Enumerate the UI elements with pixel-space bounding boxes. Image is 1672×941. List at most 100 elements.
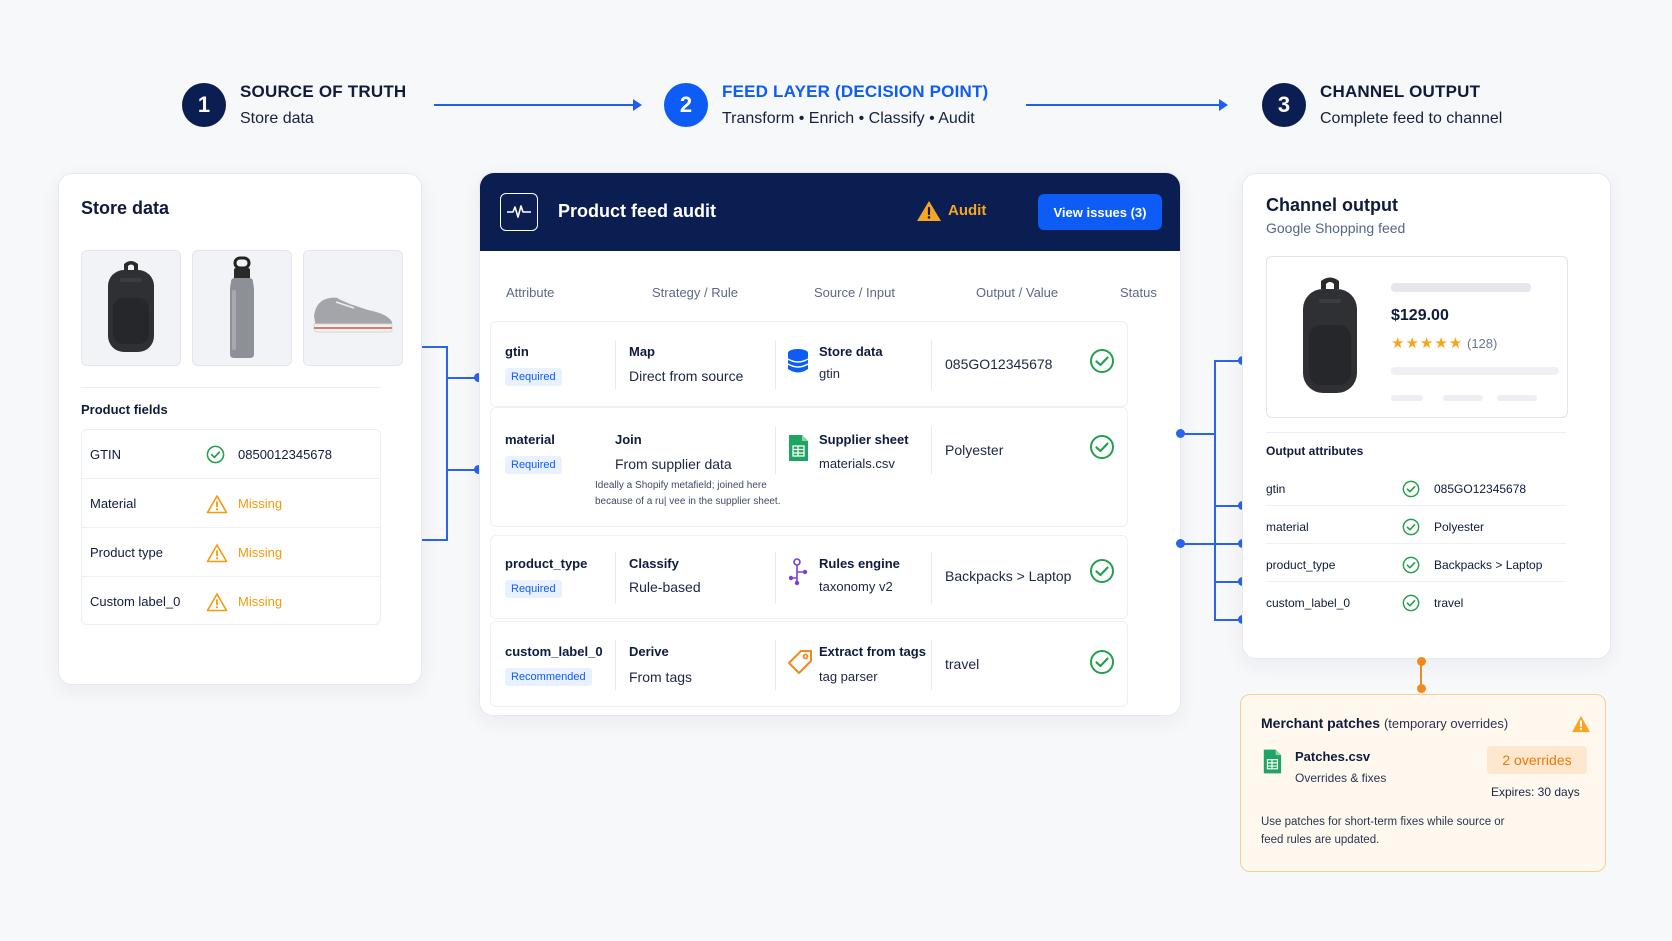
attribute-value: travel	[1434, 596, 1464, 610]
table-row[interactable]: material Required Join From supplier dat…	[490, 407, 1128, 527]
database-icon	[787, 349, 809, 373]
divider	[615, 640, 616, 690]
card-title: Channel output	[1266, 195, 1398, 215]
source-name: Rules engine	[819, 556, 900, 571]
step-subtitle: Complete feed to channel	[1320, 110, 1503, 127]
source-name: Store data	[819, 344, 883, 359]
shoe-icon	[313, 297, 393, 333]
output-value: Polyester	[945, 442, 1004, 458]
strategy-detail: Direct from source	[629, 368, 744, 384]
field-value: Missing	[238, 594, 283, 609]
placeholder-bar	[1497, 395, 1537, 401]
product-fields-label: Product fields	[81, 402, 168, 417]
table-row[interactable]: custom_label_0 Recommended Derive From t…	[490, 621, 1128, 707]
check-circle-icon	[1402, 594, 1420, 612]
table-row[interactable]: product_type Required Classify Rule-base…	[490, 535, 1128, 619]
field-name: Material	[90, 495, 137, 511]
attribute-name: material	[505, 432, 555, 447]
tag-icon	[788, 650, 812, 674]
product-image-bottle[interactable]	[192, 250, 292, 366]
audit-title: Product feed audit	[558, 201, 717, 221]
attribute-name: gtin	[505, 344, 529, 359]
flow-arrow	[1026, 99, 1228, 111]
step-feed-layer: 2 FEED LAYER (DECISION POINT) Transform …	[664, 82, 988, 128]
warning-icon	[1572, 715, 1590, 733]
output-value: travel	[945, 656, 980, 672]
patches-note: Use patches for short-term fixes while s…	[1261, 816, 1505, 846]
field-value: Missing	[238, 544, 283, 560]
table-row[interactable]: gtin Required Map Direct from source Sto…	[490, 321, 1128, 407]
attribute-name: product_type	[1266, 558, 1336, 572]
strategy-detail: Rule-based	[629, 579, 701, 595]
source-detail: gtin	[819, 366, 840, 381]
warning-icon	[917, 201, 941, 221]
backpack-icon	[108, 261, 154, 352]
connector-line	[1214, 403, 1216, 621]
divider	[615, 552, 616, 604]
column-header: Attribute	[506, 285, 555, 300]
field-name: GTIN	[90, 446, 122, 462]
attribute-name: custom_label_0	[1266, 596, 1351, 610]
column-header: Source / Input	[814, 285, 895, 300]
connector-line	[1180, 433, 1214, 435]
audit-header: Product feed audit Audit View issues (3)	[480, 173, 1180, 251]
check-circle-icon	[1090, 559, 1114, 583]
step-number: 3	[1262, 83, 1306, 127]
divider	[615, 340, 616, 390]
strategy-name: Classify	[629, 556, 679, 571]
source-name: Supplier sheet	[819, 432, 909, 447]
connector-line	[422, 539, 446, 541]
output-attribute-row: gtin 085GO12345678	[1266, 470, 1566, 506]
attribute-value: 085GO12345678	[1434, 482, 1527, 496]
row-note: Ideally a Shopify metafield; joined here…	[595, 480, 781, 507]
review-count: (128)	[1467, 336, 1498, 351]
divider	[775, 340, 776, 390]
step-title: FEED LAYER (DECISION POINT)	[722, 82, 989, 101]
flow-arrow	[434, 99, 642, 111]
output-value: Backpacks > Laptop	[945, 568, 1072, 584]
step-number: 1	[182, 83, 226, 127]
rating-stars: ★★★★★	[1391, 335, 1464, 352]
divider	[1266, 432, 1566, 433]
product-image-backpack[interactable]	[81, 250, 181, 366]
step-subtitle: Store data	[240, 110, 314, 127]
step-source-of-truth: 1 SOURCE OF TRUTH Store data	[182, 82, 406, 128]
step-title: SOURCE OF TRUTH	[240, 82, 407, 101]
strategy-name: Map	[629, 344, 655, 359]
output-attribute-row: custom_label_0 travel	[1266, 584, 1566, 620]
column-header: Output / Value	[976, 285, 1059, 300]
product-fields-list: GTIN 0850012345678 Material Missing Prod…	[81, 429, 381, 625]
source-name: Extract from tags	[819, 644, 926, 659]
product-listing-preview[interactable]: $129.00 ★★★★★ (128)	[1266, 256, 1568, 418]
field-name: Custom label_0	[90, 594, 181, 609]
source-detail: materials.csv	[819, 456, 895, 471]
patch-file-name[interactable]: Patches.csv	[1295, 749, 1370, 764]
product-image-shoe[interactable]	[303, 250, 403, 366]
connector-line	[1214, 360, 1216, 403]
spreadsheet-icon	[789, 435, 808, 461]
strategy-detail: From tags	[629, 669, 693, 685]
step-subtitle: Transform • Enrich • Classify • Audit	[722, 110, 975, 127]
patch-file-description: Overrides & fixes	[1295, 771, 1387, 785]
patches-title: Merchant patches (temporary overrides)	[1261, 715, 1509, 731]
field-value: Missing	[238, 495, 283, 511]
check-circle-icon	[1090, 650, 1114, 674]
field-row-gtin: GTIN 0850012345678	[82, 430, 380, 479]
attribute-name: product_type	[505, 556, 588, 571]
check-circle-icon	[206, 445, 225, 464]
check-circle-icon	[1402, 480, 1420, 498]
divider	[931, 340, 932, 390]
strategy-name: Derive	[629, 644, 669, 659]
view-issues-button[interactable]: View issues (3)	[1038, 194, 1162, 230]
divider	[81, 387, 381, 388]
field-row-product-type: Product type Missing	[82, 528, 380, 577]
attribute-value: Polyester	[1434, 520, 1485, 534]
audit-status: Audit	[948, 202, 987, 219]
bottle-icon	[230, 256, 254, 358]
check-circle-icon	[1402, 518, 1420, 536]
connector-dot	[1417, 684, 1426, 693]
field-row-material: Material Missing	[82, 479, 380, 528]
field-value: 0850012345678	[238, 446, 332, 462]
expiry-text: Expires: 30 days	[1491, 785, 1580, 799]
required-badge: Required	[505, 580, 562, 598]
